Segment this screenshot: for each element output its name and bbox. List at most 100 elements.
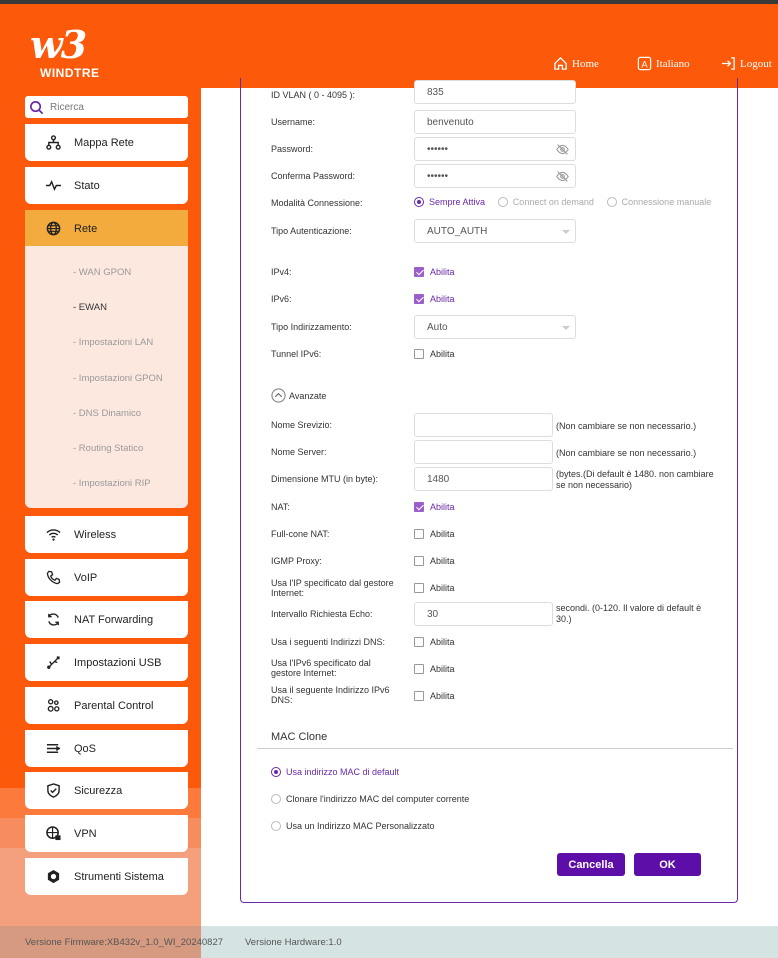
family-icon	[47, 699, 60, 712]
echo-interval-input[interactable]: 30	[414, 602, 553, 626]
sidebar-item-status[interactable]: Stato	[25, 167, 188, 204]
sidebar-item-wireless[interactable]: Wireless	[25, 516, 188, 553]
main-content: ID VLAN ( 0 - 4095 ): 835 Username: benv…	[201, 78, 778, 926]
logout-link[interactable]: Logout	[721, 56, 772, 71]
service-name-input[interactable]	[414, 413, 553, 437]
password-label: Password:	[271, 144, 314, 154]
gear-icon	[47, 869, 60, 884]
refresh-icon	[48, 613, 59, 626]
isp-ip-label: Usa l'IP specificato dal gestore Interne…	[271, 578, 394, 598]
sidebar-item-usb-settings[interactable]: Impostazioni USB	[25, 644, 188, 681]
search-icon	[30, 100, 44, 114]
echo-interval-label: Intervallo Richiesta Echo:	[271, 609, 373, 619]
sidebar-item-qos[interactable]: QoS	[25, 730, 188, 767]
sidebar-item-network[interactable]: Rete	[25, 210, 188, 247]
usb-icon	[47, 656, 60, 669]
isp-ipv6-checkbox[interactable]: Abilita	[414, 664, 455, 674]
service-name-label: Nome Srevizio:	[271, 420, 333, 430]
submenu-lan-settings[interactable]: - Impostazioni LAN	[73, 337, 153, 348]
language-selector[interactable]: A Italiano	[637, 56, 690, 71]
submenu-static-routing[interactable]: - Routing Statico	[73, 443, 143, 454]
connection-mode-label: Modalità Connessione:	[271, 198, 363, 208]
search-input[interactable]: Ricerca	[25, 96, 188, 118]
firmware-version: Versione Firmware:XB432v_1.0_WI_20240827	[25, 937, 224, 948]
submenu-rip-settings[interactable]: - Impostazioni RIP	[73, 478, 151, 489]
sidebar-item-system-tools[interactable]: Strumenti Sistema	[25, 858, 188, 895]
sidebar-item-nat-forwarding[interactable]: NAT Forwarding	[25, 601, 188, 638]
echo-interval-note: secondi. (0-120. Il valore di default è …	[556, 603, 702, 624]
sidebar-item-vpn[interactable]: VPN	[25, 815, 188, 852]
confirm-password-input[interactable]: ••••••	[414, 164, 576, 188]
vlan-label: ID VLAN ( 0 - 4095 ):	[271, 90, 356, 100]
ok-button[interactable]: OK	[634, 853, 701, 876]
ipv6-checkbox[interactable]: Abilita	[414, 294, 455, 304]
header: w3 WINDTRE Home A Italiano Logout	[0, 4, 778, 88]
isp-ip-checkbox[interactable]: Abilita	[414, 583, 455, 593]
radio-custom-mac[interactable]: Usa un Indirizzo MAC Personalizzato	[271, 821, 435, 831]
auth-type-select[interactable]: AUTO_AUTH	[414, 219, 576, 243]
tunnel-ipv6-label: Tunnel IPv6:	[271, 349, 322, 359]
radio-clone-computer-mac[interactable]: Clonare l'indirizzo MAC del computer cor…	[271, 794, 469, 804]
server-name-label: Nome Server:	[271, 447, 327, 457]
mtu-input[interactable]: 1480	[414, 467, 553, 491]
ipv4-checkbox[interactable]: Abilita	[414, 267, 455, 277]
submenu-dynamic-dns[interactable]: - DNS Dinamico	[73, 408, 141, 419]
windtre-logo: w3 WINDTRE	[30, 22, 100, 81]
radio-default-mac[interactable]: Usa indirizzo MAC di default	[271, 767, 399, 777]
nat-checkbox[interactable]: Abilita	[414, 502, 455, 512]
confirm-password-label: Conferma Password:	[271, 171, 356, 181]
username-input[interactable]: benvenuto	[414, 110, 576, 134]
home-link[interactable]: Home	[553, 56, 599, 71]
full-cone-nat-label: Full-cone NAT:	[271, 529, 330, 539]
sidebar-item-voip[interactable]: VoIP	[25, 559, 188, 596]
home-icon	[554, 56, 567, 70]
ipv4-label: IPv4:	[271, 267, 292, 277]
radio-manual[interactable]: Connessione manuale	[606, 197, 711, 207]
hardware-version: Versione Hardware:1.0	[245, 937, 342, 948]
language-icon: A	[637, 56, 652, 71]
addressing-type-select[interactable]: Auto	[414, 315, 576, 339]
full-cone-nat-checkbox[interactable]: Abilita	[414, 529, 455, 539]
cancel-button[interactable]: Cancella	[557, 853, 625, 876]
mtu-note: (bytes.(Di default è 1480. non cambiare …	[556, 469, 714, 490]
network-map-icon	[46, 135, 61, 150]
submenu-gpon-settings[interactable]: - Impostazioni GPON	[73, 373, 163, 384]
addressing-type-label: Tipo Indirizzamento:	[271, 322, 352, 332]
phone-icon	[46, 570, 61, 585]
eye-off-icon[interactable]	[556, 170, 569, 183]
dns-label: Usa i seguenti Indirizzi DNS:	[271, 637, 386, 647]
connection-mode-group: Sempre Attiva Connect on demand Connessi…	[414, 197, 721, 210]
server-name-input[interactable]	[414, 440, 553, 464]
tunnel-ipv6-checkbox[interactable]: Abilita	[414, 349, 455, 359]
sidebar-item-network-map[interactable]: Mappa Rete	[25, 124, 188, 161]
shield-check-icon	[47, 783, 60, 798]
igmp-proxy-checkbox[interactable]: Abilita	[414, 556, 455, 566]
submenu-wan-gpon[interactable]: - WAN GPON	[73, 267, 131, 278]
mtu-label: Dimensione MTU (in byte):	[271, 474, 379, 484]
divider	[257, 748, 733, 749]
submenu-ewan[interactable]: - EWAN	[73, 302, 107, 313]
sidebar-item-security[interactable]: Sicurezza	[25, 772, 188, 809]
chevron-up-circle-icon	[271, 388, 286, 403]
service-name-note: (Non cambiare se non necessario.)	[556, 421, 697, 431]
qos-arrows-icon	[46, 744, 61, 753]
nat-label: NAT:	[271, 502, 290, 512]
logout-icon	[721, 57, 735, 70]
server-name-note: (Non cambiare se non necessario.)	[556, 448, 697, 458]
sidebar-item-parental-control[interactable]: Parental Control	[25, 687, 188, 724]
eye-off-icon[interactable]	[556, 143, 569, 156]
mac-clone-title: MAC Clone	[271, 731, 328, 743]
password-input[interactable]: ••••••	[414, 137, 576, 161]
wifi-icon	[46, 529, 61, 541]
radio-always-on[interactable]: Sempre Attiva	[414, 197, 485, 207]
ipv6-label: IPv6:	[271, 294, 292, 304]
advanced-toggle[interactable]: Avanzate	[271, 388, 326, 403]
dns-checkbox[interactable]: Abilita	[414, 637, 455, 647]
radio-on-demand[interactable]: Connect on demand	[497, 197, 594, 207]
ipv6-dns-checkbox[interactable]: Abilita	[414, 691, 455, 701]
vlan-input[interactable]: 835	[414, 80, 576, 104]
svg-text:A: A	[641, 59, 648, 69]
vpn-globe-icon	[46, 826, 61, 841]
activity-icon	[46, 179, 61, 192]
auth-type-label: Tipo Autenticazione:	[271, 226, 352, 236]
